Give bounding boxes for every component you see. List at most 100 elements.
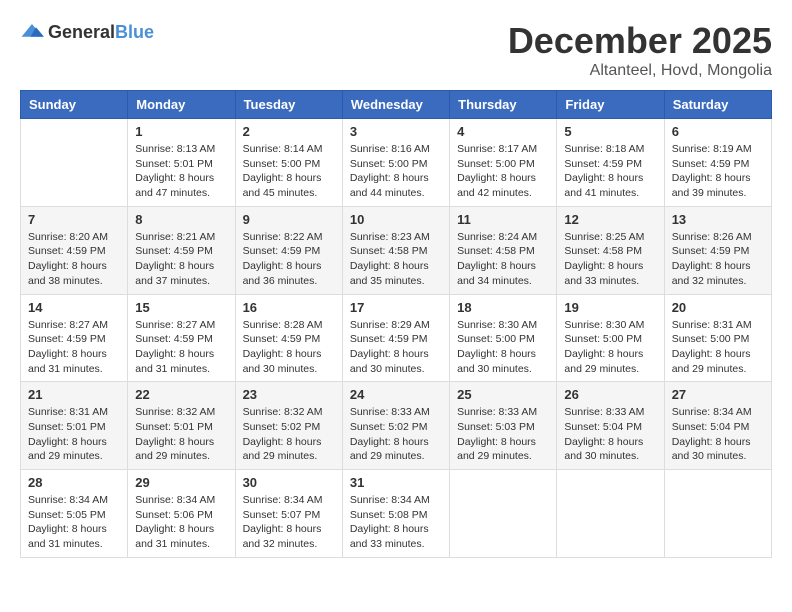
calendar-cell	[664, 470, 771, 558]
cell-content: Sunrise: 8:14 AMSunset: 5:00 PMDaylight:…	[243, 142, 335, 201]
calendar-cell: 4 Sunrise: 8:17 AMSunset: 5:00 PMDaylight…	[450, 119, 557, 207]
day-number: 14	[28, 300, 120, 315]
calendar-cell: 5Sunrise: 8:18 AMSunset: 4:59 PMDaylight…	[557, 119, 664, 207]
cell-content: Sunrise: 8:29 AMSunset: 4:59 PMDaylight:…	[350, 318, 442, 377]
cell-content: Sunrise: 8:13 AMSunset: 5:01 PMDaylight:…	[135, 142, 227, 201]
day-number: 9	[243, 212, 335, 227]
calendar-cell: 30 Sunrise: 8:34 AMSunset: 5:07 PMDayligh…	[235, 470, 342, 558]
logo-text-blue: Blue	[115, 22, 154, 42]
day-number: 2	[243, 124, 335, 139]
cell-content: Sunrise: 8:33 AMSunset: 5:03 PMDaylight:…	[457, 405, 549, 464]
cell-content: Sunrise: 8:21 AMSunset: 4:59 PMDaylight:…	[135, 230, 227, 289]
calendar-cell: 2 Sunrise: 8:14 AMSunset: 5:00 PMDaylight…	[235, 119, 342, 207]
cell-content: Sunrise: 8:30 AMSunset: 5:00 PMDaylight:…	[564, 318, 656, 377]
calendar-cell: 11 Sunrise: 8:24 AMSunset: 4:58 PMDayligh…	[450, 206, 557, 294]
cell-content: Sunrise: 8:16 AMSunset: 5:00 PMDaylight:…	[350, 142, 442, 201]
calendar-cell: 27 Sunrise: 8:34 AMSunset: 5:04 PMDayligh…	[664, 382, 771, 470]
cell-content: Sunrise: 8:34 AMSunset: 5:06 PMDaylight:…	[135, 493, 227, 552]
day-number: 10	[350, 212, 442, 227]
day-number: 22	[135, 387, 227, 402]
calendar-cell: 20 Sunrise: 8:31 AMSunset: 5:00 PMDayligh…	[664, 294, 771, 382]
title-block: December 2025 Altanteel, Hovd, Mongolia	[508, 20, 772, 80]
calendar-cell: 29 Sunrise: 8:34 AMSunset: 5:06 PMDayligh…	[128, 470, 235, 558]
calendar-cell: 9 Sunrise: 8:22 AMSunset: 4:59 PMDaylight…	[235, 206, 342, 294]
calendar-cell: 16Sunrise: 8:28 AMSunset: 4:59 PMDayligh…	[235, 294, 342, 382]
day-number: 26	[564, 387, 656, 402]
day-number: 24	[350, 387, 442, 402]
calendar-cell: 14Sunrise: 8:27 AMSunset: 4:59 PMDayligh…	[21, 294, 128, 382]
calendar-cell: 21Sunrise: 8:31 AMSunset: 5:01 PMDayligh…	[21, 382, 128, 470]
calendar-cell: 22Sunrise: 8:32 AMSunset: 5:01 PMDayligh…	[128, 382, 235, 470]
cell-content: Sunrise: 8:27 AMSunset: 4:59 PMDaylight:…	[135, 318, 227, 377]
month-title: December 2025	[508, 20, 772, 62]
logo: GeneralBlue	[20, 20, 154, 44]
cell-content: Sunrise: 8:31 AMSunset: 5:00 PMDaylight:…	[672, 318, 764, 377]
weekday-header-thursday: Thursday	[450, 91, 557, 119]
calendar-cell	[21, 119, 128, 207]
cell-content: Sunrise: 8:32 AMSunset: 5:02 PMDaylight:…	[243, 405, 335, 464]
cell-content: Sunrise: 8:23 AMSunset: 4:58 PMDaylight:…	[350, 230, 442, 289]
day-number: 7	[28, 212, 120, 227]
calendar-cell: 10 Sunrise: 8:23 AMSunset: 4:58 PMDayligh…	[342, 206, 449, 294]
page-header: GeneralBlue December 2025 Altanteel, Hov…	[20, 20, 772, 80]
cell-content: Sunrise: 8:33 AMSunset: 5:02 PMDaylight:…	[350, 405, 442, 464]
day-number: 29	[135, 475, 227, 490]
cell-content: Sunrise: 8:17 AMSunset: 5:00 PMDaylight:…	[457, 142, 549, 201]
cell-content: Sunrise: 8:20 AMSunset: 4:59 PMDaylight:…	[28, 230, 120, 289]
day-number: 1	[135, 124, 227, 139]
day-number: 11	[457, 212, 549, 227]
weekday-header-monday: Monday	[128, 91, 235, 119]
cell-content: Sunrise: 8:34 AMSunset: 5:07 PMDaylight:…	[243, 493, 335, 552]
cell-content: Sunrise: 8:18 AMSunset: 4:59 PMDaylight:…	[564, 142, 656, 201]
calendar-cell: 23 Sunrise: 8:32 AMSunset: 5:02 PMDayligh…	[235, 382, 342, 470]
calendar-cell: 12Sunrise: 8:25 AMSunset: 4:58 PMDayligh…	[557, 206, 664, 294]
day-number: 19	[564, 300, 656, 315]
day-number: 16	[243, 300, 335, 315]
cell-content: Sunrise: 8:24 AMSunset: 4:58 PMDaylight:…	[457, 230, 549, 289]
weekday-header-tuesday: Tuesday	[235, 91, 342, 119]
calendar-week-row: 21Sunrise: 8:31 AMSunset: 5:01 PMDayligh…	[21, 382, 772, 470]
calendar-cell: 25 Sunrise: 8:33 AMSunset: 5:03 PMDayligh…	[450, 382, 557, 470]
calendar-cell: 8Sunrise: 8:21 AMSunset: 4:59 PMDaylight…	[128, 206, 235, 294]
calendar-cell: 18Sunrise: 8:30 AMSunset: 5:00 PMDayligh…	[450, 294, 557, 382]
cell-content: Sunrise: 8:34 AMSunset: 5:04 PMDaylight:…	[672, 405, 764, 464]
calendar-cell: 26Sunrise: 8:33 AMSunset: 5:04 PMDayligh…	[557, 382, 664, 470]
cell-content: Sunrise: 8:34 AMSunset: 5:05 PMDaylight:…	[28, 493, 120, 552]
day-number: 30	[243, 475, 335, 490]
calendar-cell	[450, 470, 557, 558]
logo-text-general: General	[48, 22, 115, 42]
weekday-header-friday: Friday	[557, 91, 664, 119]
calendar-cell: 13 Sunrise: 8:26 AMSunset: 4:59 PMDayligh…	[664, 206, 771, 294]
day-number: 28	[28, 475, 120, 490]
day-number: 3	[350, 124, 442, 139]
calendar-week-row: 28 Sunrise: 8:34 AMSunset: 5:05 PMDayligh…	[21, 470, 772, 558]
day-number: 20	[672, 300, 764, 315]
day-number: 17	[350, 300, 442, 315]
calendar-week-row: 14 Sunrise: 8:27 AMSunset: 4:59 PMDayligh…	[21, 294, 772, 382]
calendar-week-row: 7 Sunrise: 8:20 AMSunset: 4:59 PMDaylight…	[21, 206, 772, 294]
calendar-cell	[557, 470, 664, 558]
weekday-header-sunday: Sunday	[21, 91, 128, 119]
day-number: 27	[672, 387, 764, 402]
cell-content: Sunrise: 8:31 AMSunset: 5:01 PMDaylight:…	[28, 405, 120, 464]
day-number: 15	[135, 300, 227, 315]
calendar-cell: 7 Sunrise: 8:20 AMSunset: 4:59 PMDaylight…	[21, 206, 128, 294]
calendar-cell: 15 Sunrise: 8:27 AMSunset: 4:59 PMDayligh…	[128, 294, 235, 382]
day-number: 23	[243, 387, 335, 402]
cell-content: Sunrise: 8:26 AMSunset: 4:59 PMDaylight:…	[672, 230, 764, 289]
calendar-cell: 28 Sunrise: 8:34 AMSunset: 5:05 PMDayligh…	[21, 470, 128, 558]
calendar-cell: 6Sunrise: 8:19 AMSunset: 4:59 PMDaylight…	[664, 119, 771, 207]
cell-content: Sunrise: 8:25 AMSunset: 4:58 PMDaylight:…	[564, 230, 656, 289]
day-number: 4	[457, 124, 549, 139]
calendar-cell: 19 Sunrise: 8:30 AMSunset: 5:00 PMDayligh…	[557, 294, 664, 382]
weekday-header-saturday: Saturday	[664, 91, 771, 119]
calendar-cell: 17 Sunrise: 8:29 AMSunset: 4:59 PMDayligh…	[342, 294, 449, 382]
day-number: 6	[672, 124, 764, 139]
day-number: 25	[457, 387, 549, 402]
calendar-cell: 3 Sunrise: 8:16 AMSunset: 5:00 PMDaylight…	[342, 119, 449, 207]
cell-content: Sunrise: 8:22 AMSunset: 4:59 PMDaylight:…	[243, 230, 335, 289]
day-number: 13	[672, 212, 764, 227]
cell-content: Sunrise: 8:30 AMSunset: 5:00 PMDaylight:…	[457, 318, 549, 377]
cell-content: Sunrise: 8:34 AMSunset: 5:08 PMDaylight:…	[350, 493, 442, 552]
calendar-table: SundayMondayTuesdayWednesdayThursdayFrid…	[20, 90, 772, 558]
